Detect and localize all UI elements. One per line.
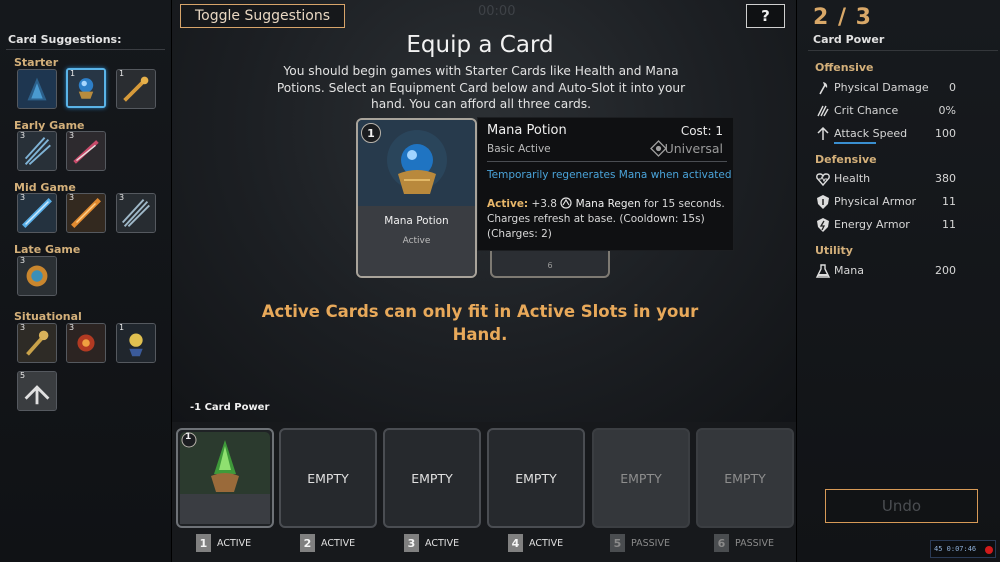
tooltip-cost: Cost: 1 [680, 124, 723, 138]
card-suggestions-title: Card Suggestions: [8, 33, 122, 46]
hand-slot-4[interactable]: EMPTY [487, 428, 585, 528]
tooltip-subtitle: Basic Active [487, 143, 551, 155]
record-indicator-icon [985, 546, 993, 554]
suggested-card-starter-1[interactable] [17, 69, 57, 109]
divider [808, 50, 998, 51]
energy-armor-icon [817, 218, 829, 232]
page-title: Equip a Card [406, 32, 554, 58]
hand-slot-2[interactable]: EMPTY [279, 428, 377, 528]
toggle-suggestions-button[interactable]: Toggle Suggestions [180, 4, 345, 28]
heart-icon [816, 173, 830, 187]
suggested-card-early-1[interactable]: 3 [17, 131, 57, 171]
stat-energy-armor: Energy Armor 11 [815, 217, 956, 233]
slot-label-6: 6 PASSIVE [714, 534, 774, 552]
slot-label-2: 2 ACTIVE [300, 534, 355, 552]
stat-attack-speed: Attack Speed 100 [815, 126, 956, 142]
suggested-card-situational-1[interactable]: 3 [17, 323, 57, 363]
suggested-card-situational-3[interactable]: 1 [116, 323, 156, 363]
stat-crit-chance: Crit Chance 0% [815, 103, 956, 119]
card-type: Active [402, 236, 431, 246]
undo-button[interactable]: Undo [825, 489, 978, 523]
selected-card-mana-potion[interactable]: 1 Mana Potion Active [356, 118, 477, 278]
stat-physical-damage: Physical Damage 0 [815, 80, 956, 96]
card-tooltip: Mana Potion Cost: 1 Basic Active Univers… [477, 117, 734, 251]
hand-slot-6[interactable]: EMPTY [696, 428, 794, 528]
axe-icon [819, 82, 828, 95]
attack-speed-icon [817, 126, 829, 140]
suggested-card-late-1[interactable]: 3 [17, 256, 57, 296]
suggested-card-situational-4[interactable]: 5 [17, 371, 57, 411]
slot-label-5: 5 PASSIVE [610, 534, 670, 552]
card-power-count: 2 / 3 [813, 5, 872, 30]
card-power-change: -1 Card Power [190, 402, 270, 413]
instructions-text: You should begin games with Starter Card… [276, 64, 686, 111]
card-name: Mana Potion [384, 215, 449, 227]
background-card: 6 [490, 250, 610, 278]
section-defensive: Defensive [815, 153, 877, 166]
stat-mana: Mana 200 [815, 263, 956, 279]
mana-potion-art-icon [358, 120, 475, 276]
match-timer: 00:00 [478, 4, 516, 19]
category-situational: Situational [14, 310, 82, 323]
category-starter: Starter [14, 56, 59, 69]
tooltip-active-description: Active: +3.8 Mana Regen for 15 seconds. … [487, 197, 725, 240]
suggested-card-mana-potion[interactable]: 1 [66, 68, 106, 108]
recording-hud: 45 0:07:46 [930, 540, 996, 558]
tooltip-short-description: Temporarily regenerates Mana when activa… [487, 169, 732, 181]
slot-label-4: 4 ACTIVE [508, 534, 563, 552]
slot-label-3: 3 ACTIVE [404, 534, 459, 552]
attack-speed-underline [834, 142, 876, 144]
suggested-card-situational-2[interactable]: 3 [66, 323, 106, 363]
crit-icon [817, 105, 829, 117]
section-offensive: Offensive [815, 61, 874, 74]
help-button[interactable]: ? [746, 4, 785, 28]
slot-label-1: 1 ACTIVE [196, 534, 251, 552]
tooltip-card-name: Mana Potion [487, 123, 567, 138]
divider [487, 161, 727, 162]
suggested-card-mid-1[interactable]: 3 [17, 193, 57, 233]
mana-regen-icon [560, 197, 572, 209]
category-late-game: Late Game [14, 243, 81, 256]
card-cost-badge: 1 [361, 123, 381, 143]
stat-physical-armor: Physical Armor 11 [815, 194, 956, 210]
suggested-card-starter-3[interactable]: 1 [116, 69, 156, 109]
suggested-card-mid-2[interactable]: 3 [66, 193, 106, 233]
hand-slot-1[interactable]: 1 [176, 428, 274, 528]
suggested-card-early-2[interactable]: 3 [66, 131, 106, 171]
slot-card-cost: 1 [185, 432, 192, 442]
active-slot-notice: Active Cards can only fit in Active Slot… [261, 302, 699, 344]
hand-slot-3[interactable]: EMPTY [383, 428, 481, 528]
hand-slot-5[interactable]: EMPTY [592, 428, 690, 528]
health-potion-card-icon [180, 432, 270, 524]
tooltip-universal: Universal [664, 141, 723, 156]
mana-flask-icon [815, 264, 831, 278]
suggested-card-mid-3[interactable]: 3 [116, 193, 156, 233]
card-power-label: Card Power [813, 33, 885, 46]
stat-health: Health 380 [815, 171, 956, 187]
divider [6, 49, 165, 50]
section-utility: Utility [815, 244, 853, 257]
physical-armor-icon [817, 195, 829, 209]
